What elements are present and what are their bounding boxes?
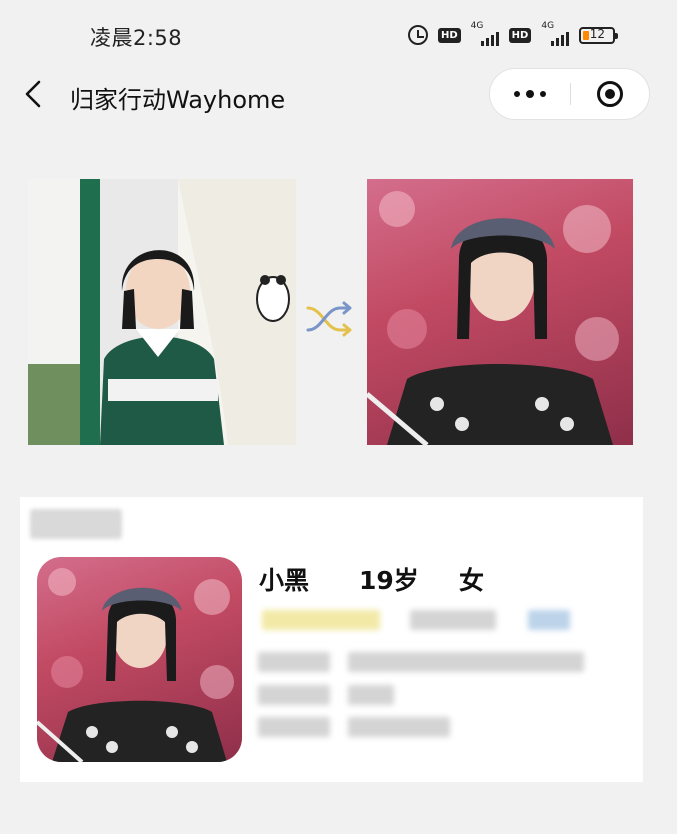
- hd-badge: HD: [438, 27, 461, 43]
- redacted-field: [258, 717, 330, 737]
- back-button[interactable]: [18, 76, 52, 112]
- redacted-field: [258, 652, 330, 672]
- battery-level: 12: [589, 26, 605, 41]
- person-age: 19岁: [359, 566, 419, 595]
- comparison-photo-right[interactable]: [367, 179, 633, 445]
- hd-badge-2: HD: [508, 27, 532, 43]
- redacted-field: [528, 610, 570, 630]
- status-time: 凌晨2:58: [90, 26, 183, 50]
- redacted-field: [348, 685, 394, 705]
- redacted-field: [262, 610, 380, 630]
- more-dots-icon: [514, 91, 520, 97]
- redacted-field: [348, 652, 584, 672]
- battery-icon: 12: [579, 26, 619, 44]
- page-title: 归家行动Wayhome: [70, 86, 286, 114]
- redacted-field: [348, 717, 450, 737]
- status-bar: 凌晨2:58 HD 4G HD 4G 12: [0, 0, 677, 70]
- signal-icon: 4G: [470, 21, 499, 46]
- signal-icon-2: 4G: [541, 21, 570, 46]
- person-gender: 女: [459, 566, 485, 595]
- redacted-field: [410, 610, 496, 630]
- redacted-field: [258, 685, 330, 705]
- chevron-left-icon: [25, 80, 41, 108]
- alarm-icon: [408, 25, 428, 45]
- card-header-redacted: [30, 509, 122, 539]
- close-mini-program-button[interactable]: [571, 69, 649, 119]
- person-avatar[interactable]: [37, 557, 242, 762]
- network-type-label-2: 4G: [541, 21, 555, 31]
- person-summary: 小黑 19岁 女: [259, 559, 484, 599]
- status-icons: HD 4G HD 4G 12: [408, 21, 619, 48]
- shuffle-icon: [306, 301, 352, 337]
- network-type-label: 4G: [470, 21, 484, 31]
- person-name: 小黑: [259, 566, 310, 595]
- comparison-photo-left[interactable]: [28, 179, 296, 445]
- more-button[interactable]: [490, 69, 570, 119]
- mini-program-capsule: [489, 68, 650, 120]
- nav-bar: 归家行动Wayhome: [0, 62, 677, 126]
- person-card[interactable]: 小黑 19岁 女: [20, 497, 643, 782]
